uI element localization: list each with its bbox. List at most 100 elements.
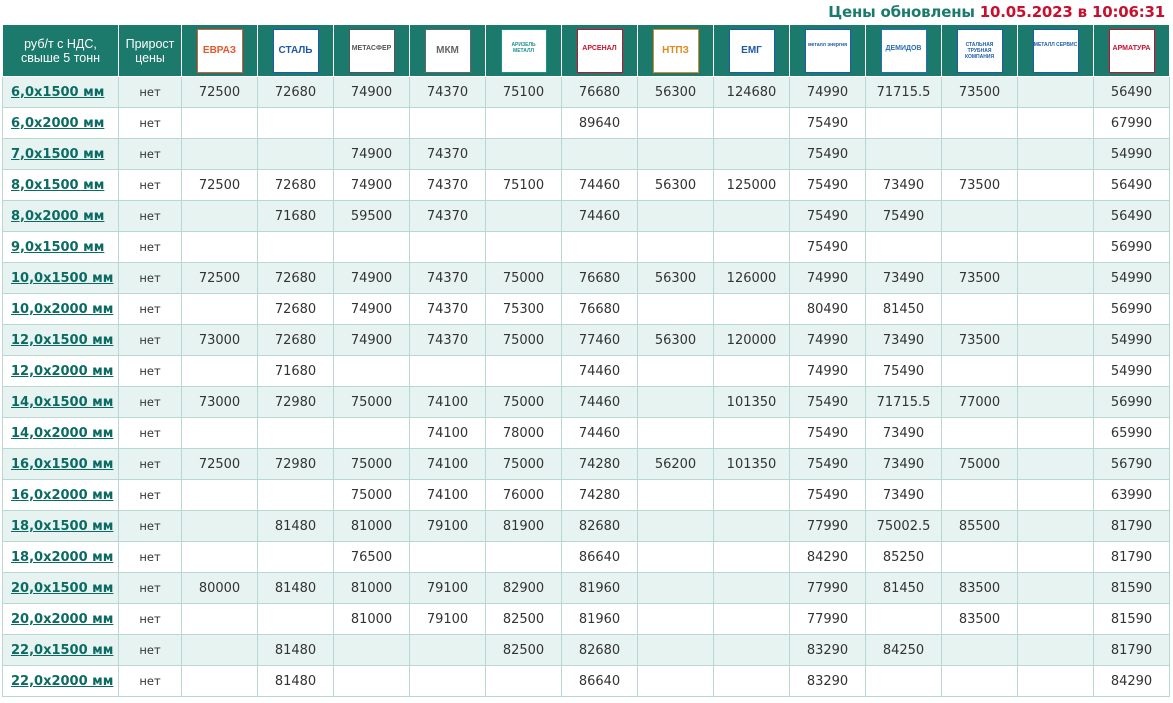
supplier-header-mkm[interactable]: МКМ (409, 24, 486, 77)
table-row: 16,0х1500 мм нет 72500 72980 75000 74100 75000… (2, 448, 1170, 480)
size-link[interactable]: 20,0х2000 мм (11, 612, 113, 627)
size-link[interactable]: 20,0х1500 мм (11, 581, 113, 596)
price-growth-cell: нет (118, 386, 182, 418)
price-cell: 75000 (333, 386, 410, 418)
price-growth-cell: нет (118, 448, 182, 480)
armatura-logo-icon[interactable]: АРМАТУРА (1108, 28, 1155, 73)
price-cell: 74460 (561, 417, 638, 449)
price-growth-cell: нет (118, 510, 182, 542)
table-row: 8,0х2000 мм нет 71680 59500 74370 74460 75490 7… (2, 200, 1170, 232)
size-link[interactable]: 16,0х1500 мм (11, 457, 113, 472)
size-link[interactable]: 9,0х1500 мм (11, 240, 104, 255)
table-row: 20,0х1500 мм нет 80000 81480 81000 79100 82900… (2, 572, 1170, 604)
price-cell (637, 417, 714, 449)
price-cell (333, 634, 410, 666)
size-link[interactable]: 6,0х1500 мм (11, 85, 104, 100)
size-cell: 9,0х1500 мм (2, 231, 119, 263)
size-link[interactable]: 18,0х2000 мм (11, 550, 113, 565)
mkm-logo-icon[interactable]: МКМ (424, 28, 471, 73)
price-cell: 75490 (789, 417, 866, 449)
supplier-header-metall-servis[interactable]: МЕТАЛЛ СЕРВИС (1017, 24, 1094, 77)
arsenal-logo-icon[interactable]: АРСЕНАЛ (576, 28, 623, 73)
price-cell (637, 355, 714, 387)
size-link[interactable]: 12,0х1500 мм (11, 333, 113, 348)
price-cell: 81000 (333, 510, 410, 542)
price-cell: 72980 (257, 386, 334, 418)
price-growth-cell: нет (118, 76, 182, 108)
price-cell: 75100 (485, 169, 562, 201)
trubnaya-logo-icon[interactable]: СТАЛЬНАЯ ТРУБНАЯ КОМПАНИЯ (956, 28, 1003, 73)
size-link[interactable]: 7,0х1500 мм (11, 147, 104, 162)
price-cell: 75490 (789, 138, 866, 170)
price-cell (333, 665, 410, 697)
price-cell (941, 107, 1018, 139)
price-cell (485, 665, 562, 697)
metasfer-logo-icon[interactable]: МЕТАСФЕР (348, 28, 395, 73)
size-link[interactable]: 14,0х1500 мм (11, 395, 113, 410)
supplier-header-metasfer[interactable]: МЕТАСФЕР (333, 24, 410, 77)
size-link[interactable]: 14,0х2000 мм (11, 426, 113, 441)
supplier-header-stal[interactable]: СТАЛЬ (257, 24, 334, 77)
price-cell (1017, 293, 1094, 325)
price-cell (181, 200, 258, 232)
price-cell: 56990 (1093, 231, 1170, 263)
table-row: 22,0х2000 мм нет 81480 86640 83290 84290 (2, 665, 1170, 697)
table-row: 8,0х1500 мм нет 72500 72680 74900 74370 75100 7… (2, 169, 1170, 201)
size-link[interactable]: 18,0х1500 мм (11, 519, 113, 534)
price-cell: 74990 (789, 355, 866, 387)
supplier-header-ntpz[interactable]: НТПЗ (637, 24, 714, 77)
size-link[interactable]: 10,0х2000 мм (11, 302, 113, 317)
price-cell (637, 572, 714, 604)
price-cell (181, 541, 258, 573)
size-link[interactable]: 6,0х2000 мм (11, 116, 104, 131)
price-growth-cell: нет (118, 603, 182, 635)
price-cell: 75490 (865, 355, 942, 387)
size-link[interactable]: 22,0х2000 мм (11, 674, 113, 689)
supplier-header-demidov[interactable]: ДЕМИДОВ (865, 24, 942, 77)
supplier-header-armatura[interactable]: АРМАТУРА (1093, 24, 1170, 77)
size-link[interactable]: 16,0х2000 мм (11, 488, 113, 503)
size-link[interactable]: 8,0х1500 мм (11, 178, 104, 193)
price-cell: 75490 (789, 200, 866, 232)
price-cell: 83290 (789, 665, 866, 697)
price-cell (713, 634, 790, 666)
price-cell: 81480 (257, 634, 334, 666)
size-cell: 7,0х1500 мм (2, 138, 119, 170)
evraz-logo-icon[interactable]: ЕВРАЗ (196, 28, 243, 73)
price-cell: 74460 (561, 169, 638, 201)
price-cell (941, 634, 1018, 666)
metall-servis-logo-icon[interactable]: МЕТАЛЛ СЕРВИС (1032, 28, 1079, 73)
arizel-logo-icon[interactable]: АРИЗЕЛЬ МЕТАЛЛ (500, 28, 547, 73)
size-link[interactable]: 8,0х2000 мм (11, 209, 104, 224)
price-cell (941, 293, 1018, 325)
supplier-header-arizel[interactable]: АРИЗЕЛЬ МЕТАЛЛ (485, 24, 562, 77)
price-cell (941, 355, 1018, 387)
price-growth-cell: нет (118, 200, 182, 232)
metall-energia-logo-icon[interactable]: металл энергия (804, 28, 851, 73)
size-link[interactable]: 10,0х1500 мм (11, 271, 113, 286)
supplier-header-trubnaya[interactable]: СТАЛЬНАЯ ТРУБНАЯ КОМПАНИЯ (941, 24, 1018, 77)
price-cell: 89640 (561, 107, 638, 139)
emg-logo-icon[interactable]: ЕМГ (728, 28, 775, 73)
price-cell (713, 107, 790, 139)
supplier-header-emg[interactable]: ЕМГ (713, 24, 790, 77)
ntpz-logo-icon[interactable]: НТПЗ (652, 28, 699, 73)
price-cell (713, 231, 790, 263)
supplier-header-metall-energia[interactable]: металл энергия (789, 24, 866, 77)
stal-logo-icon[interactable]: СТАЛЬ (272, 28, 319, 73)
price-cell: 77990 (789, 603, 866, 635)
price-cell: 72680 (257, 324, 334, 356)
size-link[interactable]: 12,0х2000 мм (11, 364, 113, 379)
price-cell: 74460 (561, 386, 638, 418)
supplier-header-arsenal[interactable]: АРСЕНАЛ (561, 24, 638, 77)
price-cell: 81590 (1093, 603, 1170, 635)
price-cell (409, 541, 486, 573)
demidov-logo-icon[interactable]: ДЕМИДОВ (880, 28, 927, 73)
supplier-header-evraz[interactable]: ЕВРАЗ (181, 24, 258, 77)
price-cell (1017, 448, 1094, 480)
table-row: 20,0х2000 мм нет 81000 79100 82500 81960 77990… (2, 603, 1170, 635)
price-growth-cell: нет (118, 231, 182, 263)
supplier-logo-text: МКМ (436, 44, 459, 56)
size-link[interactable]: 22,0х1500 мм (11, 643, 113, 658)
price-cell: 75490 (789, 169, 866, 201)
